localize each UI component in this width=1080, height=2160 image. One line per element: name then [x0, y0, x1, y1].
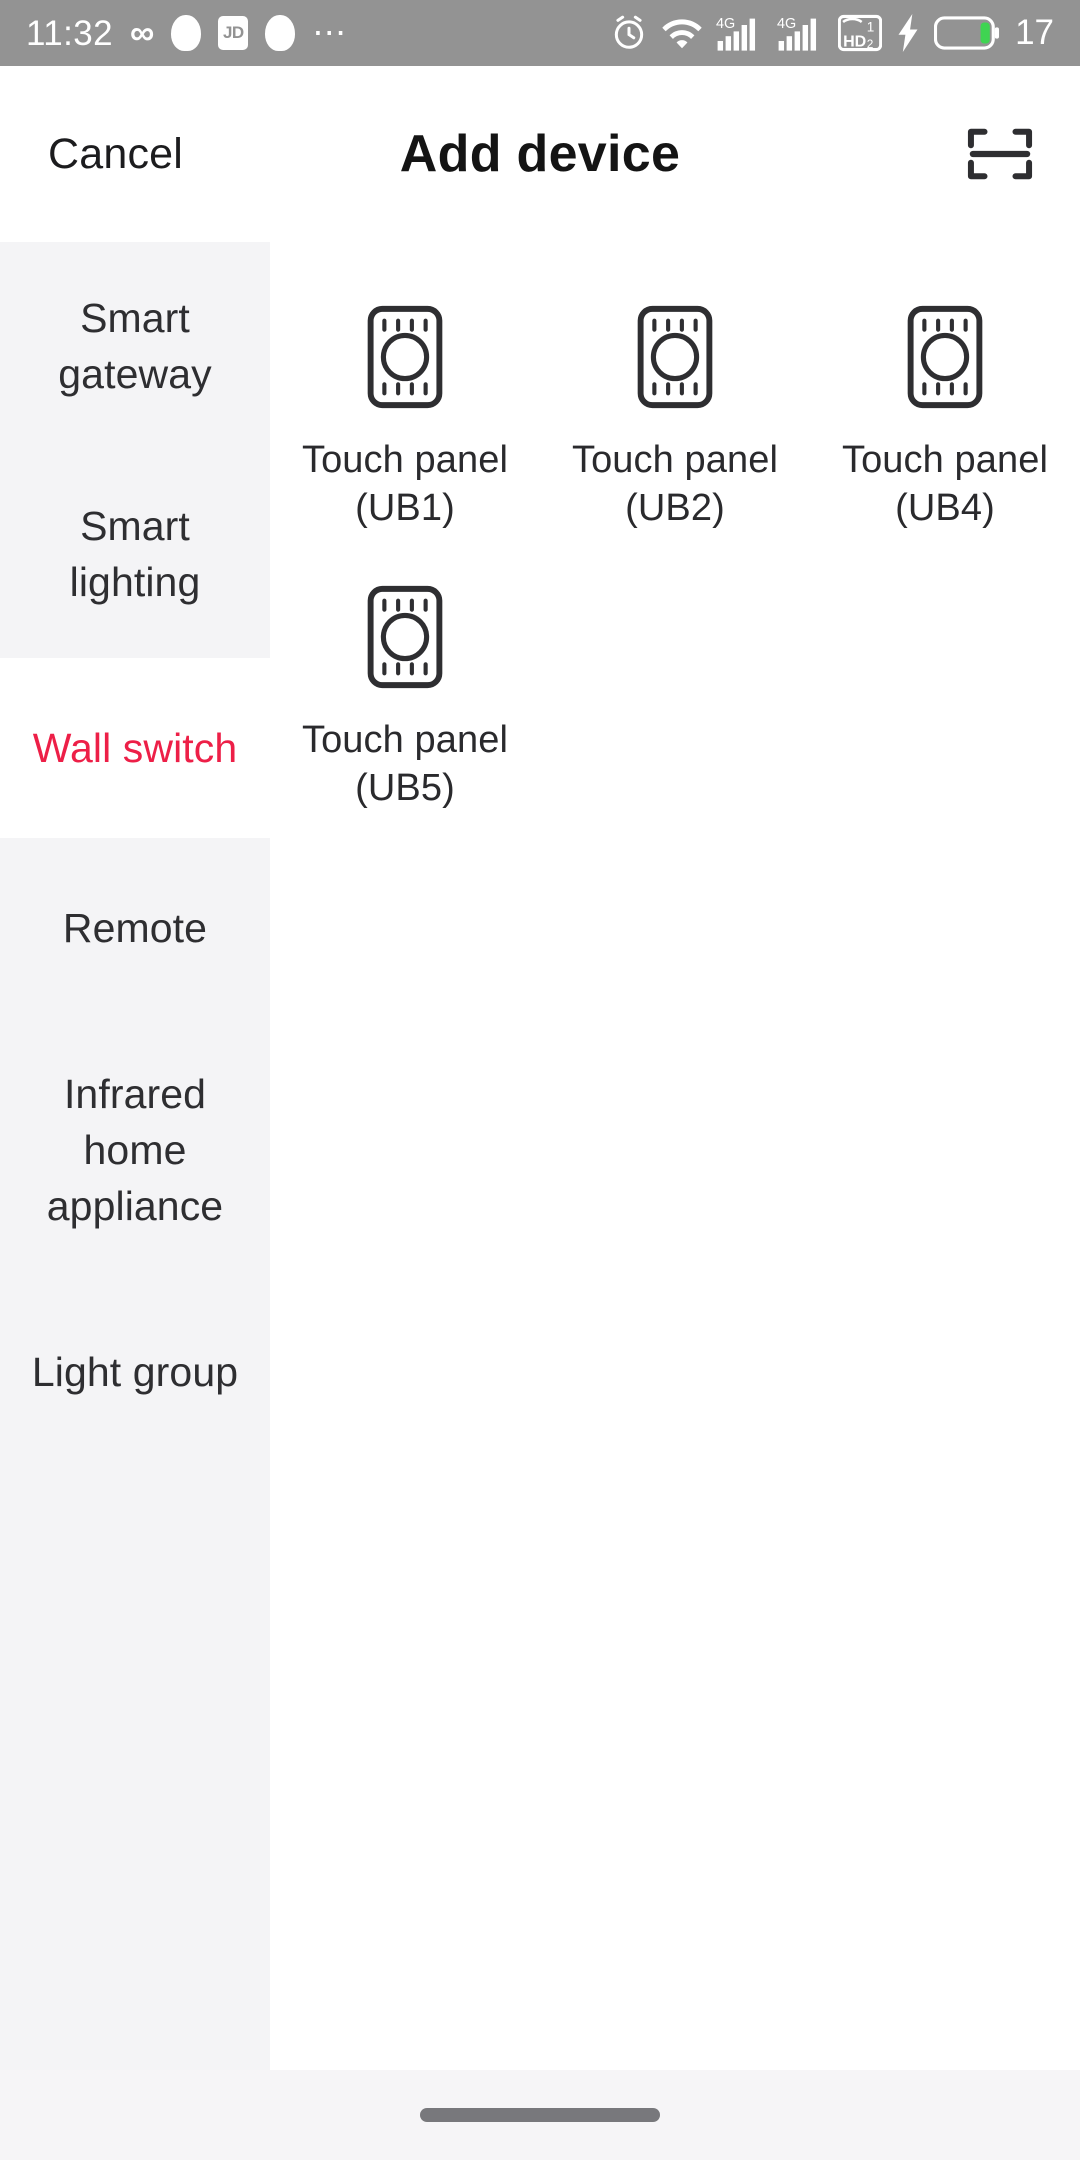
device-item-ub1[interactable]: Touch panel (UB1): [270, 292, 540, 532]
signal-4g-sim2-icon: 4G: [777, 13, 825, 53]
device-list-panel: Touch panel (UB1) Touch panel (UB2) Touc…: [270, 242, 1080, 2070]
sidebar-item-label: Wall switch: [32, 725, 238, 771]
touch-panel-icon: [620, 302, 730, 412]
device-name: Touch panel (UB5): [301, 719, 509, 809]
charging-bolt-icon: [895, 14, 921, 52]
sidebar-item-label: appliance: [46, 1183, 224, 1229]
content-area: Smart gateway Smart lighting Wall switch…: [0, 242, 1080, 2070]
sidebar-item-remote[interactable]: Remote: [0, 838, 270, 1018]
sidebar-item-light-group[interactable]: Light group: [0, 1282, 270, 1462]
status-bar-right-group: 4G 4G HD 1 2 17: [610, 13, 1054, 53]
app-header: Cancel Add device: [0, 66, 1080, 242]
cancel-button[interactable]: Cancel: [48, 130, 183, 179]
sidebar-item-wall-switch[interactable]: Wall switch: [0, 658, 270, 838]
status-bar: 11:32 ∞ JD ⋯ 4G 4G HD 1 2 17: [0, 0, 1080, 66]
volte-hd-icon: HD 1 2: [838, 14, 883, 52]
scan-qr-icon[interactable]: [962, 116, 1038, 192]
device-name: Touch panel (UB1): [301, 439, 509, 529]
sidebar-item-smart-gateway[interactable]: Smart gateway: [0, 242, 270, 450]
sidebar-item-label: Smart: [80, 295, 190, 341]
app-notification-icon: [171, 15, 202, 51]
more-notifications-icon: ⋯: [312, 13, 349, 52]
device-name: Touch panel (UB4): [841, 439, 1049, 529]
status-bar-clock: 11:32: [26, 13, 113, 53]
sidebar-item-label: gateway: [58, 351, 212, 397]
device-item-ub2[interactable]: Touch panel (UB2): [540, 292, 810, 532]
sidebar-item-smart-lighting[interactable]: Smart lighting: [0, 450, 270, 658]
device-item-ub5[interactable]: Touch panel (UB5): [270, 572, 540, 812]
sidebar-item-label: lighting: [69, 559, 201, 605]
jd-app-icon: JD: [218, 16, 249, 50]
svg-text:1: 1: [867, 19, 875, 34]
touch-panel-icon: [890, 302, 1000, 412]
touch-panel-icon: [350, 302, 460, 412]
sidebar-item-label: Infrared: [63, 1071, 207, 1117]
wifi-icon: [661, 16, 703, 50]
sidebar-item-label: home: [83, 1127, 187, 1173]
sidebar-item-label: Light group: [31, 1349, 239, 1395]
alarm-clock-icon: [610, 14, 648, 52]
device-name: Touch panel (UB2): [571, 439, 779, 529]
system-navigation-area: [0, 2070, 1080, 2160]
signal-4g-sim1-icon: 4G: [716, 13, 764, 53]
status-bar-left-group: 11:32 ∞ JD ⋯: [26, 15, 348, 51]
svg-text:4G: 4G: [716, 16, 735, 32]
category-sidebar[interactable]: Smart gateway Smart lighting Wall switch…: [0, 242, 270, 2070]
home-gesture-indicator[interactable]: [420, 2108, 660, 2122]
sidebar-item-label: Remote: [62, 905, 208, 951]
sidebar-item-label: Smart: [80, 503, 190, 549]
sidebar-item-infrared-home-appliance[interactable]: Infrared home appliance: [0, 1018, 270, 1282]
svg-text:4G: 4G: [777, 16, 796, 32]
device-grid: Touch panel (UB1) Touch panel (UB2) Touc…: [270, 292, 1080, 812]
svg-text:2: 2: [867, 37, 874, 51]
device-item-ub4[interactable]: Touch panel (UB4): [810, 292, 1080, 532]
app-notification-icon-2: [265, 15, 296, 51]
battery-icon: [934, 16, 1000, 50]
touch-panel-icon: [350, 582, 460, 692]
infinity-icon: ∞: [130, 14, 155, 52]
battery-percent-label: 17: [1015, 13, 1054, 52]
svg-text:HD: HD: [843, 33, 866, 51]
